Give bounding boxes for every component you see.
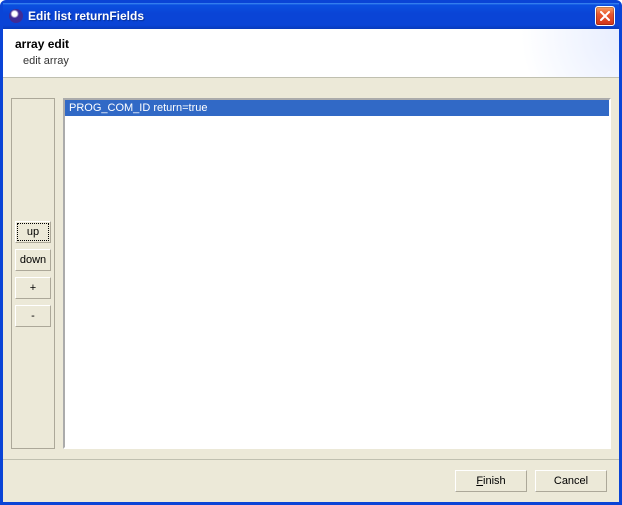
cancel-button[interactable]: Cancel: [535, 470, 607, 492]
dialog-header: array edit edit array: [3, 29, 619, 78]
down-button[interactable]: down: [15, 249, 51, 271]
side-button-panel: up down + -: [11, 98, 55, 449]
dialog-footer: Finish Cancel: [3, 459, 619, 502]
finish-button[interactable]: Finish: [455, 470, 527, 492]
add-button[interactable]: +: [15, 277, 51, 299]
window-title: Edit list returnFields: [28, 9, 595, 23]
close-icon: [600, 11, 610, 21]
header-title: array edit: [15, 37, 607, 51]
dialog-body: up down + - PROG_COM_ID return=true: [3, 78, 619, 459]
list-panel[interactable]: PROG_COM_ID return=true: [63, 98, 611, 449]
list-item[interactable]: PROG_COM_ID return=true: [65, 100, 609, 116]
up-button[interactable]: up: [15, 221, 51, 243]
dialog-window: Edit list returnFields array edit edit a…: [0, 0, 622, 505]
app-icon: [9, 9, 23, 23]
header-subtitle: edit array: [23, 55, 607, 67]
close-button[interactable]: [595, 6, 615, 26]
finish-label-rest: inish: [483, 475, 506, 487]
remove-button[interactable]: -: [15, 305, 51, 327]
title-bar[interactable]: Edit list returnFields: [3, 3, 619, 29]
